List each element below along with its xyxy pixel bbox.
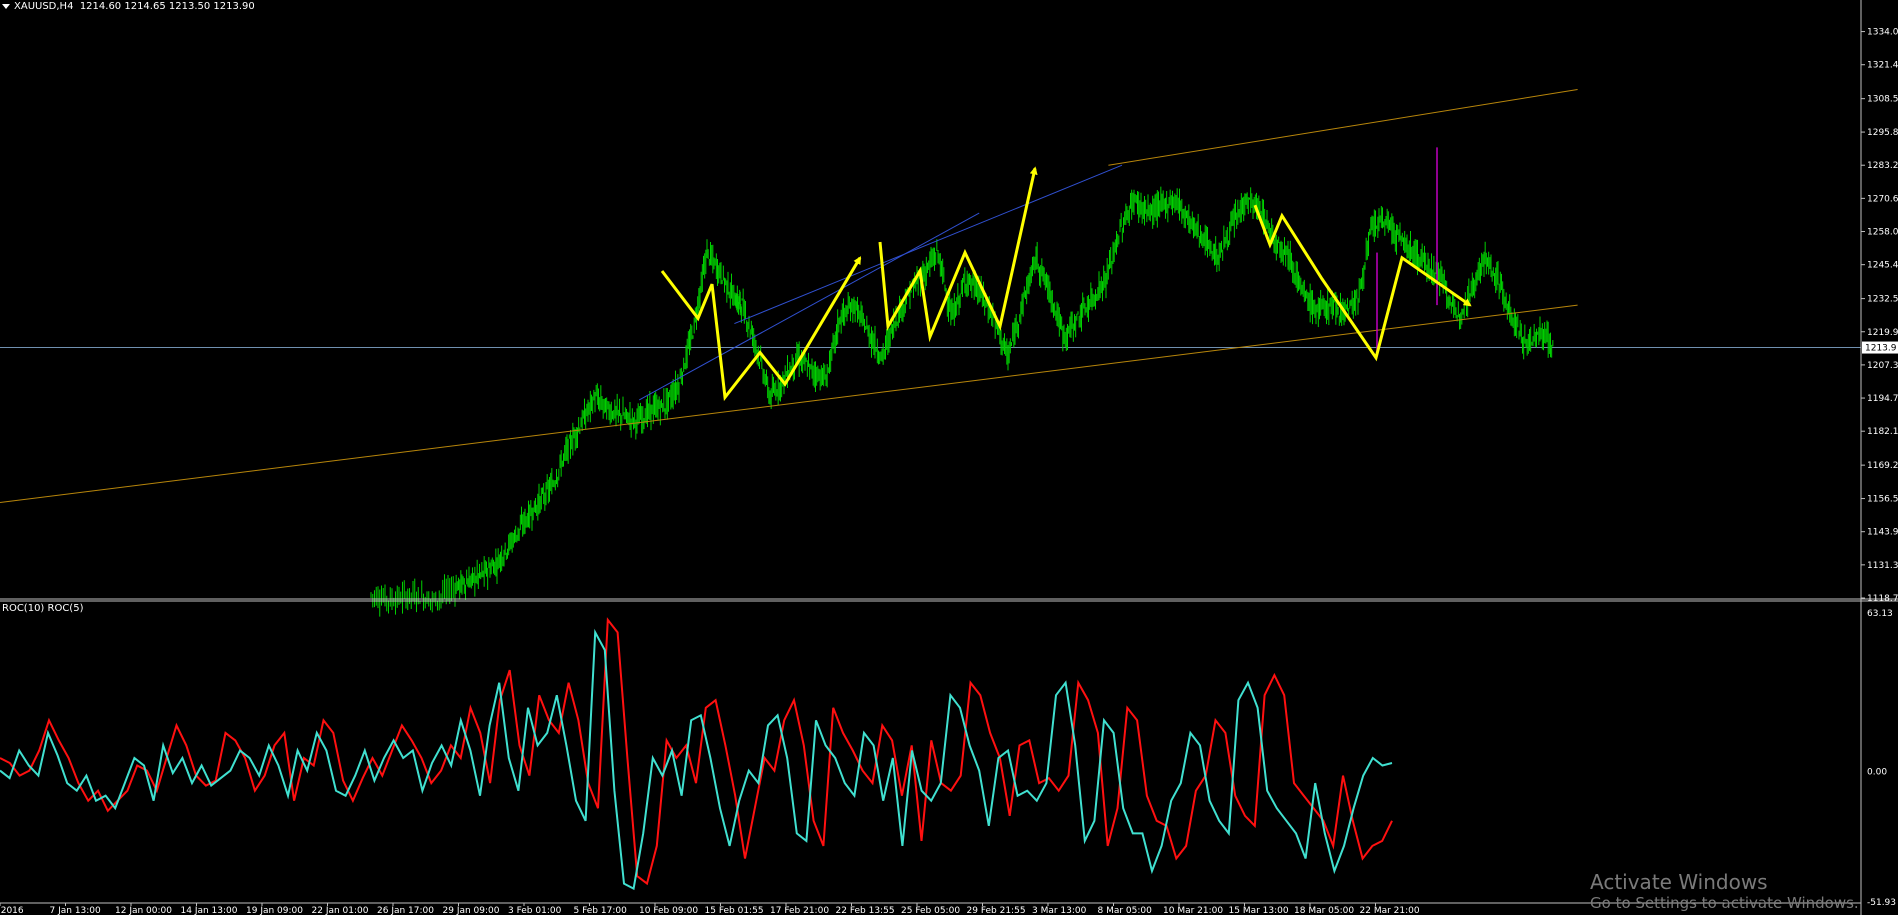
price-tick-label: 1131.3 [1867, 561, 1898, 571]
time-tick-label: 17 Feb 21:00 [770, 906, 829, 915]
time-tick-label: 29 Jan 09:00 [443, 906, 500, 915]
price-tick-label: 1232.5 [1867, 295, 1898, 305]
activate-windows-subtitle: Go to Settings to activate Windows. [1590, 894, 1859, 912]
time-tick-label: 18 Mar 05:00 [1294, 906, 1354, 915]
price-tick-label: 1270.6 [1867, 194, 1898, 204]
chart-svg: 1334.0 1321.4 1308.5 1295.8 1283.2 1270.6 1258… [0, 0, 1898, 915]
price-tick-label: 1308.5 [1867, 95, 1898, 105]
time-tick-label: 10 Feb 09:00 [639, 906, 698, 915]
trendline-upper [734, 164, 1123, 325]
price-tick-label: 1321.4 [1867, 61, 1898, 71]
price-tick-label: 1143.9 [1867, 528, 1898, 538]
price-tick-label: 1207.3 [1867, 361, 1898, 371]
time-tick-label: 14 Jan 13:00 [181, 906, 238, 915]
channel-lower-line [0, 304, 1578, 503]
time-tick-label: 3 Mar 13:00 [1032, 906, 1087, 915]
roc-tick-label: 0.00 [1867, 768, 1887, 778]
price-tick-label: 1118.7 [1867, 594, 1898, 604]
time-tick-label: Jan 2016 [0, 906, 24, 915]
roc-tick-label: -51.93 [1867, 898, 1896, 908]
symbol-label: XAUUSD,H4 [14, 1, 74, 12]
price-tick-label: 1169.2 [1867, 461, 1898, 471]
dropdown-triangle-icon[interactable] [2, 3, 10, 9]
price-tick-label: 1295.8 [1867, 128, 1898, 138]
time-tick-label: 7 Jan 13:00 [50, 906, 102, 915]
time-tick-label: 3 Feb 01:00 [508, 906, 562, 915]
roc10-line [0, 617, 1393, 886]
ohlc-values: 1214.60 1214.65 1213.50 1213.90 [79, 1, 255, 12]
time-tick-label: 22 Mar 21:00 [1360, 906, 1420, 915]
price-tick-label: 1182.1 [1867, 427, 1898, 437]
axes: 1334.0 1321.4 1308.5 1295.8 1283.2 1270.6 1258… [0, 0, 1898, 915]
time-tick-label: 8 Mar 05:00 [1098, 906, 1153, 915]
price-tick-label: 1258.0 [1867, 228, 1898, 238]
price-tick-label: 1334.0 [1867, 28, 1898, 38]
price-tick-label: 1283.2 [1867, 161, 1898, 171]
indicator-header: ROC(10) ROC(5) [2, 603, 84, 614]
time-tick-label: 19 Jan 09:00 [246, 906, 303, 915]
price-tick-label: 1245.4 [1867, 261, 1898, 271]
current-price-label: 1213.9 [1865, 344, 1897, 354]
time-tick-label: 26 Jan 17:00 [377, 906, 434, 915]
price-tick-label: 1194.7 [1867, 394, 1898, 404]
time-tick-label: 15 Feb 01:55 [705, 906, 764, 915]
time-tick-label: 22 Feb 13:55 [836, 906, 895, 915]
time-tick-label: 5 Feb 17:00 [574, 906, 628, 915]
main-price-pane[interactable] [0, 88, 1861, 617]
time-tick-label: 15 Mar 13:00 [1229, 906, 1289, 915]
chart-header: XAUUSD,H4 1214.60 1214.65 1213.50 1213.9… [2, 1, 255, 12]
price-tick-label: 1156.5 [1867, 495, 1898, 505]
activate-windows-title: Activate Windows [1590, 870, 1768, 894]
price-tick-label: 1219.9 [1867, 328, 1898, 338]
time-tick-label: 25 Feb 05:00 [901, 906, 960, 915]
time-tick-label: 22 Jan 01:00 [312, 906, 369, 915]
time-tick-label: 12 Jan 00:00 [115, 906, 172, 915]
channel-upper-line [1108, 88, 1578, 166]
time-tick-label: 10 Mar 21:00 [1163, 906, 1223, 915]
roc-tick-label: 63.13 [1867, 609, 1893, 619]
roc-indicator-pane[interactable] [0, 617, 1393, 891]
time-tick-label: 29 Feb 21:55 [967, 906, 1026, 915]
